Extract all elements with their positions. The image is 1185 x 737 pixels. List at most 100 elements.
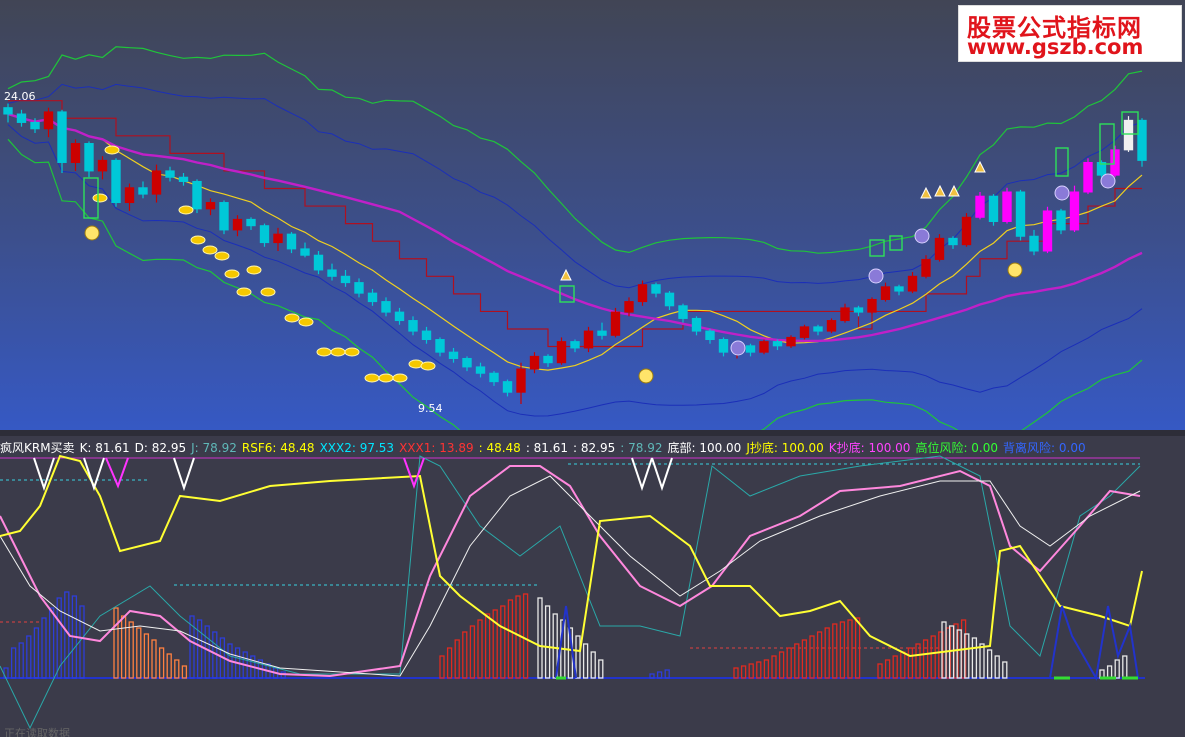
blue-volume-bar xyxy=(33,627,40,679)
indicator-value-3: J: 78.92 xyxy=(191,441,237,455)
gold-ingot-icon xyxy=(420,361,436,371)
candle-body xyxy=(1015,191,1026,237)
candle-body xyxy=(1002,191,1012,222)
white-volume-bar xyxy=(582,643,589,679)
candle-body xyxy=(205,202,216,210)
candle-body xyxy=(462,357,472,368)
candle-body xyxy=(354,282,364,294)
gold-ingot-icon xyxy=(178,205,194,215)
purple-face-icon xyxy=(914,228,930,244)
blue-volume-bar xyxy=(204,625,210,679)
candle-body xyxy=(178,176,189,182)
candle-body xyxy=(664,292,675,307)
candle-body xyxy=(718,339,729,353)
red-volume-bar xyxy=(462,631,468,679)
white-volume-bar xyxy=(971,637,978,679)
candle-body xyxy=(934,237,945,260)
candle-body xyxy=(583,330,594,349)
gold-ingot-icon xyxy=(224,269,240,279)
candle-body xyxy=(138,187,148,195)
white-volume-bar xyxy=(537,597,543,679)
bottom-signal-mark xyxy=(173,457,195,492)
gold-ingot-icon xyxy=(236,287,252,297)
red-volume-bar xyxy=(786,647,792,679)
watermark-url: www.gszb.com xyxy=(967,35,1144,59)
candle-body xyxy=(921,258,931,277)
candle-body xyxy=(97,159,108,172)
candle-body xyxy=(516,368,526,393)
white-volume-bar xyxy=(1122,655,1128,679)
candle-body xyxy=(124,187,135,204)
indicator-value-8: : 81.61 xyxy=(525,441,569,455)
indicator-header: 疯风KRM买卖 K: 81.61 D: 82.95 J: 78.92 RSF6: 48.… xyxy=(0,440,1091,456)
candle-body xyxy=(651,284,661,294)
blue-volume-bar xyxy=(196,619,203,679)
smiley-icon xyxy=(84,225,100,241)
low-price-label: 9.54 xyxy=(418,402,443,415)
indicator-value-7: : 48.48 xyxy=(478,441,521,455)
candle-body xyxy=(16,113,27,123)
gold-ingot-icon xyxy=(330,347,346,357)
candle-body xyxy=(826,320,837,332)
red-volume-bar xyxy=(522,593,529,679)
candle-body xyxy=(678,305,688,319)
candle-body xyxy=(867,298,877,313)
white-volume-bar xyxy=(994,655,1000,679)
purple-face-icon xyxy=(1054,185,1070,201)
white-volume-bar xyxy=(598,659,604,679)
candle-body xyxy=(327,269,337,277)
candle-body xyxy=(300,248,310,256)
candle-body xyxy=(84,143,94,172)
candle-body xyxy=(340,275,351,284)
red-volume-bar xyxy=(915,643,921,679)
indicator-value-10: : 78.92 xyxy=(620,441,663,455)
indicator-pane[interactable]: 疯风KRM买卖 K: 81.61 D: 82.95 J: 78.92 RSF6: 48.… xyxy=(0,436,1185,737)
candle-body xyxy=(151,170,162,195)
watermark-logo: 股票公式指标网 www.gszb.com xyxy=(958,5,1182,62)
purple-face-icon xyxy=(1100,173,1116,189)
orange-volume-bar xyxy=(181,665,188,679)
red-volume-bar xyxy=(748,663,754,679)
candle-body xyxy=(408,320,418,332)
candle-body xyxy=(367,292,378,303)
candle-body xyxy=(961,216,972,246)
gold-ingot-icon xyxy=(190,235,206,245)
tree-signal-icon xyxy=(974,160,986,173)
red-volume-bar xyxy=(733,667,739,679)
price-chart-pane[interactable]: 24.06 9.54 股票公式指标网 www.gszb.com xyxy=(0,0,1185,430)
indicator-value-12: J抄底: 100.00 xyxy=(746,441,824,455)
candle-body xyxy=(219,202,229,231)
indicator-value-11: 底部: 100.00 xyxy=(667,441,742,455)
red-volume-bar xyxy=(477,619,483,679)
candle-body xyxy=(1110,149,1120,176)
red-volume-bar xyxy=(892,655,898,679)
candle-body xyxy=(570,341,580,349)
gold-ingot-icon xyxy=(364,373,380,383)
j-line xyxy=(0,455,1141,730)
red-volume-bar xyxy=(469,625,476,679)
k-bottom-mark xyxy=(105,457,129,489)
blue-volume-bar xyxy=(26,635,32,679)
gold-ingot-icon xyxy=(378,373,394,383)
indicator-value-4: RSF6: 48.48 xyxy=(241,441,315,455)
candle-body xyxy=(529,355,540,370)
red-volume-bar xyxy=(900,651,906,679)
candle-body xyxy=(840,307,850,322)
candle-body xyxy=(975,195,985,218)
red-volume-bar xyxy=(507,599,514,679)
candle-body xyxy=(313,254,324,271)
red-volume-bar xyxy=(778,651,785,679)
smiley-icon xyxy=(1007,262,1023,278)
orange-volume-bar xyxy=(158,647,165,679)
candle-body xyxy=(1137,119,1147,161)
red-volume-bar xyxy=(907,647,914,679)
candle-body xyxy=(624,301,634,313)
candle-body xyxy=(1083,161,1093,193)
indicator-chart-svg xyxy=(0,454,1145,730)
red-volume-bar xyxy=(500,605,506,679)
indicator-value-9: : 82.95 xyxy=(573,441,616,455)
blue-volume-bar xyxy=(79,605,85,679)
candle-body xyxy=(1056,210,1066,231)
purple-ma-line xyxy=(7,112,1143,343)
red-volume-bar xyxy=(771,655,777,679)
